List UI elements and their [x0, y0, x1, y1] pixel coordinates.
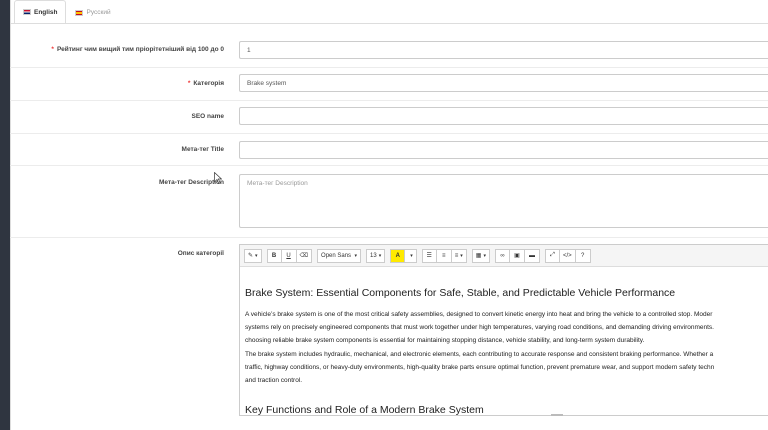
content-line: traffic, highway conditions, or heavy-du… [245, 363, 715, 371]
meta-description-row: Мета-тег Description Мета-тег Descriptio… [10, 166, 768, 238]
ordered-list-icon[interactable]: ≡ [436, 248, 452, 263]
editor-toolbar: ✎ ▾ B U ⌫ Open Sans ▾ 13 ▾ A ▾ ☰ ≡ ≡ ▾ ▦ ▾ ∞ … [240, 245, 768, 267]
category-row: * Категорія Brake system [10, 68, 768, 101]
content-line: and traction control. [245, 377, 303, 385]
content-line: choosing reliable brake system component… [245, 337, 645, 345]
language-tabs: English Русский [14, 0, 120, 24]
underline-icon[interactable]: U [281, 248, 297, 263]
fullscreen-icon[interactable]: ⤢ [544, 248, 560, 263]
editor-content[interactable]: Brake System: Essential Components for S… [240, 267, 768, 416]
es-flag-icon [75, 9, 84, 16]
tab-russian-label: Русский [86, 9, 111, 16]
content-line: The brake system includes hydraulic, mec… [245, 350, 714, 358]
video-icon[interactable]: ▬ [524, 248, 540, 263]
link-icon[interactable]: ∞ [494, 248, 510, 263]
priority-label: * Рейтинг чим вищий тим пріорітетніший ві… [51, 46, 224, 53]
rich-text-editor[interactable]: ✎ ▾ B U ⌫ Open Sans ▾ 13 ▾ A ▾ ☰ ≡ ≡ ▾ ▦ ▾ ∞ … [239, 244, 768, 416]
font-size-dropdown[interactable]: 13 ▾ [366, 248, 386, 263]
content-heading: Brake System: Essential Components for S… [245, 287, 676, 299]
meta-description-textarea[interactable]: Мета-тег Description [239, 174, 768, 228]
table-icon[interactable]: ▦ ▾ [471, 248, 490, 263]
left-sidebar-strip [0, 0, 10, 430]
content-subheading: Key Functions and Role of a Modern Brake… [245, 404, 484, 416]
help-icon[interactable]: ? [575, 248, 591, 263]
magic-icon[interactable]: ✎ ▾ [244, 248, 262, 263]
text-color-icon[interactable]: A [390, 248, 406, 263]
category-label: * Категорія [187, 80, 224, 87]
meta-title-row: Мета-тег Title [10, 134, 768, 166]
description-label: Опис категорії [177, 250, 224, 257]
eraser-icon[interactable]: ⌫ [296, 248, 313, 263]
font-family-dropdown[interactable]: Open Sans ▾ [317, 248, 362, 263]
text-color-dropdown-icon[interactable]: ▾ [405, 248, 417, 263]
seo-input[interactable] [239, 107, 768, 125]
editor-resize-handle[interactable] [551, 414, 563, 416]
image-icon[interactable]: ▣ [509, 248, 525, 263]
code-view-icon[interactable]: </> [559, 248, 576, 263]
category-input[interactable]: Brake system [239, 74, 768, 92]
meta-title-label: Мета-тег Title [181, 146, 224, 153]
required-asterisk: * [51, 46, 54, 53]
content-line: systems rely on precisely engineered com… [245, 324, 714, 332]
seo-row: SEO name [10, 101, 768, 134]
tab-english-label: English [34, 8, 58, 16]
unordered-list-icon[interactable]: ☰ [421, 248, 437, 263]
meta-title-input[interactable] [239, 141, 768, 159]
seo-label: SEO name [191, 113, 224, 120]
mouse-cursor-icon [214, 172, 222, 184]
priority-input[interactable]: 1 [239, 41, 768, 59]
content-line: A vehicle’s brake system is one of the m… [245, 311, 713, 318]
tab-english[interactable]: English [14, 0, 67, 24]
tab-russian[interactable]: Русский [66, 0, 119, 24]
required-asterisk: * [187, 80, 191, 87]
gb-flag-icon [23, 9, 31, 15]
bold-icon[interactable]: B [266, 248, 282, 263]
paragraph-align-icon[interactable]: ≡ ▾ [451, 248, 467, 263]
tab-divider [10, 23, 768, 24]
priority-row: * Рейтинг чим вищий тим пріорітетніший ві… [10, 34, 768, 68]
